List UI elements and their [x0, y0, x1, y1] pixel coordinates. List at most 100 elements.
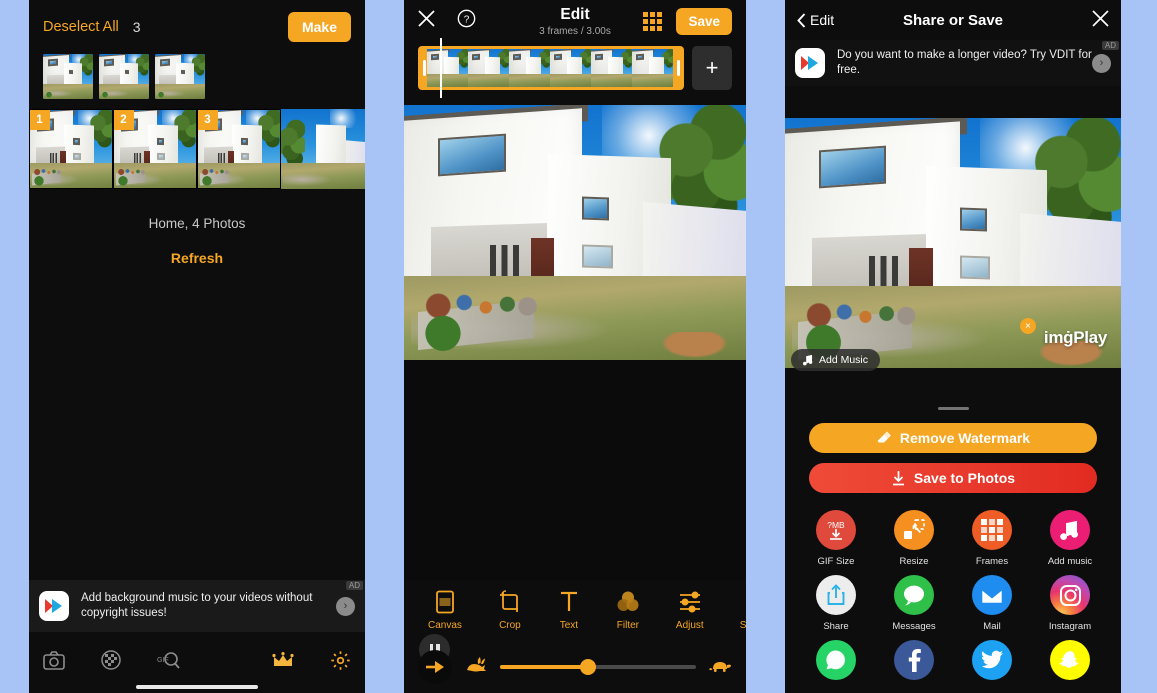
photo-picker-panel: Deselect All 3 Make 1 2 3 Home, 4 Photos…	[29, 0, 365, 693]
help-icon[interactable]: ?	[457, 9, 476, 33]
share-option-frames[interactable]: Frames	[961, 510, 1023, 567]
svg-text:?MB: ?MB	[827, 520, 845, 530]
share-option-label: Share	[823, 621, 849, 632]
save-to-photos-label: Save to Photos	[913, 470, 1016, 486]
tool-label: Crop	[499, 619, 521, 631]
tool-canvas[interactable]: Canvas	[428, 590, 462, 631]
back-label: Edit	[810, 12, 835, 28]
add-frame-button[interactable]: +	[692, 46, 732, 90]
share-header: Edit Share or Save	[785, 0, 1121, 40]
trim-handle-right[interactable]	[676, 60, 680, 76]
share-option-whatsapp[interactable]	[805, 640, 867, 686]
share-option-snapchat[interactable]	[1039, 640, 1101, 686]
photo-grid-cell[interactable]: 1	[29, 109, 113, 189]
svg-text:?: ?	[464, 14, 470, 25]
tool-text[interactable]: Text	[558, 590, 580, 631]
share-options: ?MB GIF Size Resize Frames Add music Sha…	[785, 510, 1121, 686]
share-option-resize[interactable]: Resize	[883, 510, 945, 567]
turtle-icon	[708, 657, 732, 678]
refresh-button[interactable]: Refresh	[29, 250, 365, 266]
tool-crop[interactable]: Crop	[498, 589, 522, 631]
download-icon	[892, 471, 904, 486]
trim-handle-left[interactable]	[422, 60, 426, 76]
photo-grid-cell[interactable]: 3	[197, 109, 281, 189]
save-to-photos-button[interactable]: Save to Photos	[809, 463, 1097, 493]
selected-thumbs-tray	[29, 54, 365, 109]
chevron-right-icon[interactable]: ›	[336, 596, 355, 616]
share-option-share[interactable]: Share	[805, 575, 867, 632]
share-option-gif-size[interactable]: ?MB GIF Size	[805, 510, 867, 567]
selection-badge: 2	[113, 109, 134, 130]
share-icon	[816, 575, 856, 615]
share-option-label: Instagram	[1048, 621, 1092, 632]
selected-thumb[interactable]	[99, 54, 149, 99]
remove-watermark-button[interactable]: Remove Watermark	[809, 423, 1097, 453]
back-to-edit-button[interactable]: Edit	[797, 12, 834, 28]
speed-controls	[404, 641, 746, 693]
share-option-mail[interactable]: Mail	[961, 575, 1023, 632]
share-row	[785, 640, 1121, 686]
photo-grid-cell[interactable]	[281, 109, 365, 189]
resize-icon	[894, 510, 934, 550]
save-button[interactable]: Save	[676, 7, 732, 35]
picker-ad-banner[interactable]: AD Add background music to your videos w…	[29, 580, 365, 632]
share-option-label: GIF Size	[817, 556, 855, 567]
video-preview[interactable]: × imġPlay	[785, 118, 1121, 368]
sheet-grabber[interactable]	[937, 407, 969, 410]
preview-image[interactable]	[404, 105, 746, 360]
music-note-icon	[1050, 510, 1090, 550]
share-option-messages[interactable]: Messages	[883, 575, 945, 632]
watermark-close-icon[interactable]: ×	[1019, 318, 1036, 334]
share-option-add-music[interactable]: Add music	[1039, 510, 1101, 567]
grid-icon[interactable]	[643, 11, 663, 31]
tool-filter[interactable]: Filter	[616, 590, 640, 631]
chevron-left-icon	[797, 12, 806, 28]
deselect-all-button[interactable]: Deselect All	[43, 19, 119, 35]
frame-timeline[interactable]	[418, 38, 684, 98]
timeline-frames	[427, 49, 675, 87]
gif-search-icon[interactable]: GIF	[157, 650, 180, 675]
selected-thumb[interactable]	[155, 54, 205, 99]
play-arrow-icon[interactable]	[418, 650, 452, 684]
gear-icon[interactable]	[330, 650, 351, 676]
twitter-icon	[972, 640, 1012, 680]
screenshot-stage: Deselect All 3 Make 1 2 3 Home, 4 Photos…	[0, 0, 1157, 693]
crown-icon[interactable]	[272, 651, 294, 674]
picker-tabbar: GIF	[29, 632, 365, 693]
vdit-app-icon	[795, 48, 825, 78]
ad-text: Add background music to your videos with…	[81, 592, 313, 619]
close-icon[interactable]	[1092, 9, 1109, 31]
share-row: ?MB GIF Size Resize Frames Add music	[785, 510, 1121, 567]
close-icon[interactable]	[418, 10, 435, 32]
make-button[interactable]: Make	[287, 12, 351, 42]
frames-icon	[972, 510, 1012, 550]
speed-slider[interactable]	[500, 659, 696, 675]
share-sheet: Remove Watermark Save to Photos ?MB GIF …	[785, 392, 1121, 693]
speed-slider-knob[interactable]	[580, 659, 597, 675]
tool-adjust[interactable]: Adjust	[676, 590, 704, 631]
selected-count: 3	[132, 19, 141, 35]
add-music-label: Add Music	[819, 354, 869, 366]
whatsapp-icon	[816, 640, 856, 680]
tool-label: Text	[559, 619, 579, 631]
ad-text: Do you want to make a longer video? Try …	[837, 49, 1092, 76]
share-option-instagram[interactable]: Instagram	[1039, 575, 1101, 632]
share-option-facebook[interactable]	[883, 640, 945, 686]
chevron-right-icon[interactable]: ›	[1092, 53, 1111, 73]
tool-label: Filter	[616, 619, 640, 631]
add-music-button[interactable]: Add Music	[791, 349, 881, 371]
tool-sticker[interactable]: Sticker	[740, 590, 746, 631]
camera-icon[interactable]	[43, 650, 65, 675]
playhead[interactable]	[440, 38, 442, 98]
share-ad-banner[interactable]: AD Do you want to make a longer video? T…	[785, 40, 1121, 86]
grid-pattern-icon[interactable]	[101, 650, 121, 675]
share-option-twitter[interactable]	[961, 640, 1023, 686]
share-row: Share Messages Mail Instagram	[785, 575, 1121, 632]
photo-grid-cell[interactable]: 2	[113, 109, 197, 189]
picker-header: Deselect All 3 Make	[29, 0, 365, 54]
messages-icon	[894, 575, 934, 615]
watermark: × imġPlay	[1019, 318, 1107, 348]
selected-thumb[interactable]	[43, 54, 93, 99]
selection-badge: 1	[29, 109, 50, 130]
share-option-label: Resize	[899, 556, 929, 567]
